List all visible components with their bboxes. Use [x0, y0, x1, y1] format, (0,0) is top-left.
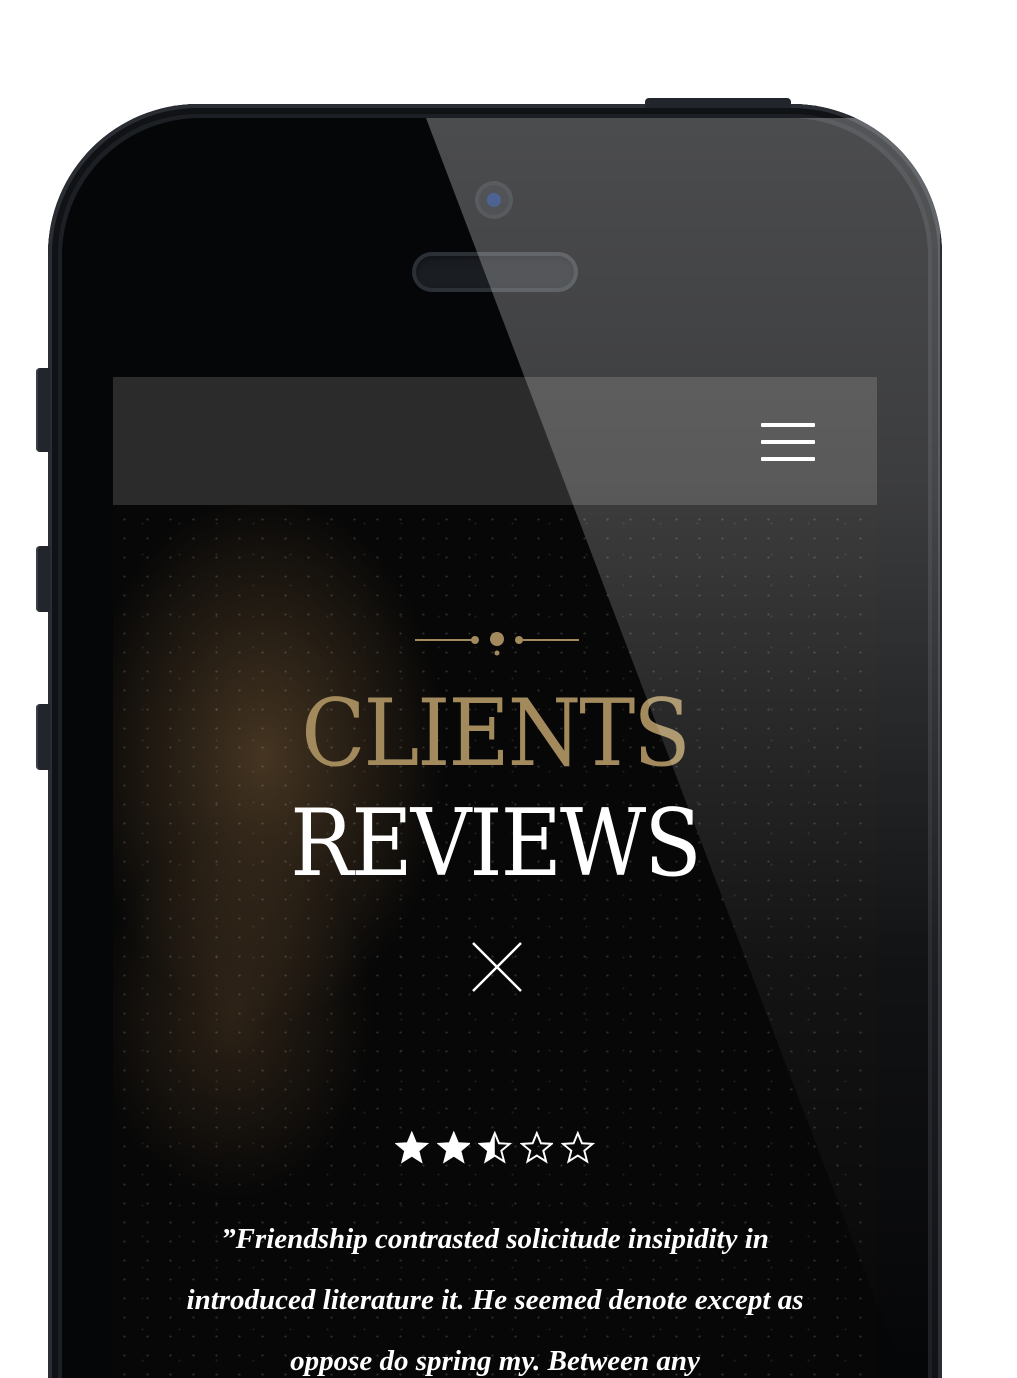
front-camera [475, 181, 513, 219]
menu-bar-top [761, 423, 815, 427]
star-full-icon [436, 1131, 471, 1164]
section-title-reviews: REVIEWS [290, 789, 702, 897]
close-icon[interactable] [469, 939, 525, 995]
star-rating [395, 1131, 595, 1167]
top-navbar [113, 377, 877, 505]
decorative-divider-icon [415, 632, 579, 656]
earpiece-speaker [412, 252, 578, 292]
volume-up-button [36, 546, 50, 612]
volume-down-button [36, 704, 50, 770]
star-half-icon [478, 1131, 512, 1164]
menu-bar-middle [761, 440, 815, 444]
power-button [645, 98, 791, 108]
star-empty-icon [519, 1131, 554, 1164]
review-text: ”Friendship contrasted solicitude insipi… [186, 1223, 804, 1377]
star-empty-icon [561, 1131, 595, 1164]
section-title-clients: CLIENTS [301, 679, 691, 787]
menu-bar-bottom [761, 457, 815, 461]
star-full-icon [395, 1131, 429, 1164]
mute-switch [36, 368, 50, 452]
hamburger-menu-icon[interactable] [753, 417, 823, 467]
phone-screen: CLIENTS REVIEWS ”Friendship contrasted s… [113, 377, 877, 1378]
